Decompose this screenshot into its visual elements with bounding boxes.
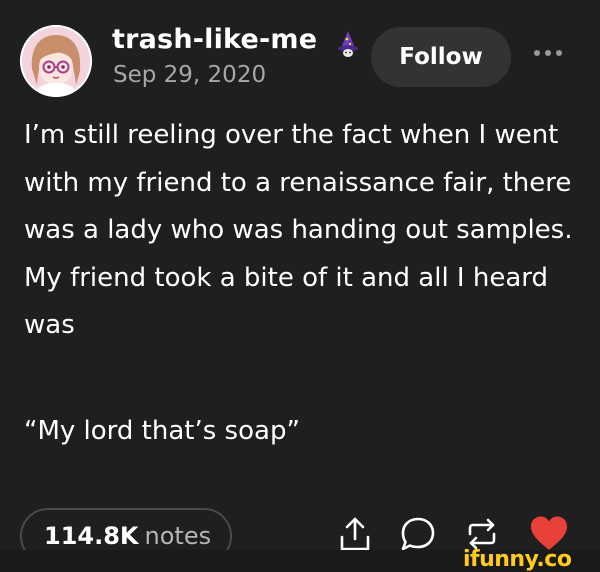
- username[interactable]: trash-like-me: [112, 24, 317, 55]
- reply-icon[interactable]: [398, 514, 438, 554]
- share-icon[interactable]: [337, 515, 373, 553]
- notes-count: 114.8K: [44, 522, 139, 550]
- wizard-hat-icon: [336, 30, 360, 58]
- watermark-logo: ifunny.co: [463, 547, 572, 572]
- post-card: trash-like-me Sep 29, 2020 Follow I’m st…: [0, 0, 600, 572]
- post-quote: “My lord that’s soap”: [24, 416, 300, 446]
- more-horizontal-icon[interactable]: [528, 46, 568, 66]
- follow-button[interactable]: Follow: [371, 27, 511, 87]
- post-body: I’m still reeling over the fact when I w…: [24, 120, 573, 340]
- avatar[interactable]: [20, 25, 92, 97]
- notes-label: notes: [144, 522, 212, 550]
- post-date: Sep 29, 2020: [113, 62, 267, 88]
